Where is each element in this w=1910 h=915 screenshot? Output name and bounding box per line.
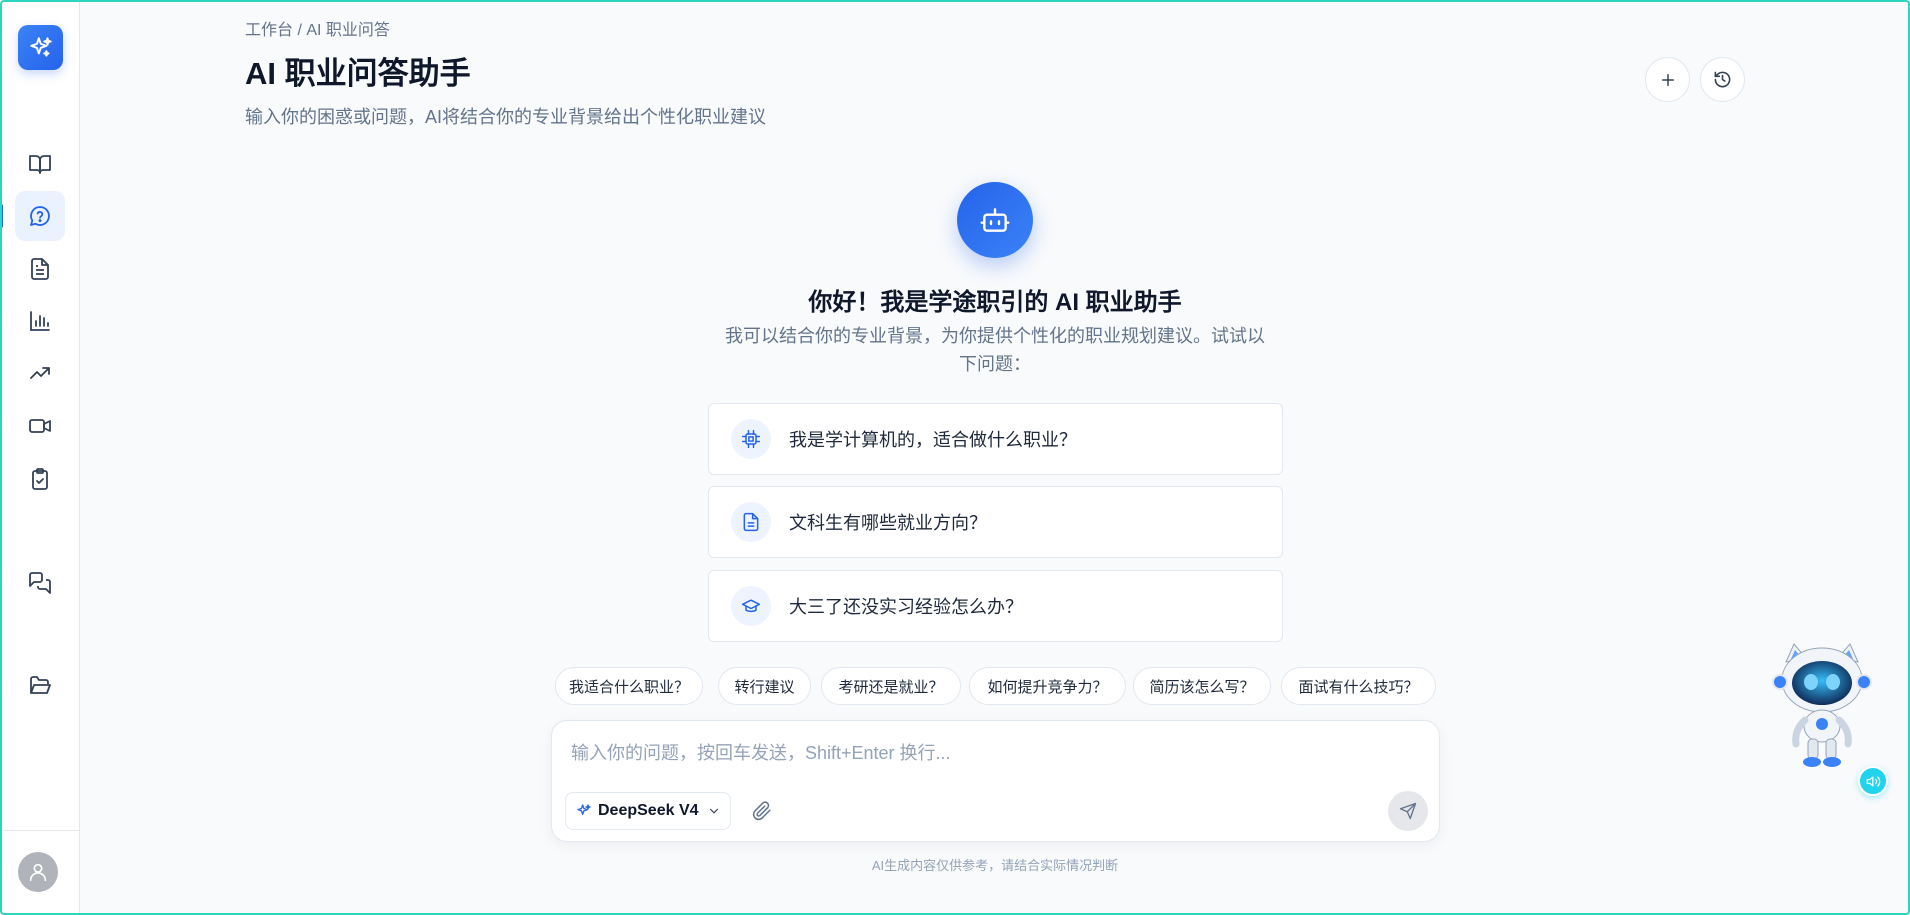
sidebar-item-tasks[interactable] [15, 454, 65, 504]
clipboard-check-icon [32, 468, 48, 490]
sidebar-item-community[interactable] [15, 558, 65, 608]
trending-up-icon [30, 367, 50, 379]
robot-mascot-icon [1772, 643, 1872, 767]
file-text-icon [31, 258, 49, 280]
suggestion-card[interactable]: 文科生有哪些就业方向？ [708, 486, 1283, 558]
model-select-label: DeepSeek V4 [598, 802, 699, 819]
chip-4[interactable]: 简历该怎么写？ [1133, 667, 1271, 705]
paperclip-icon [752, 801, 771, 821]
suggestion-text: 我是学计算机的，适合做什么职业？ [789, 430, 1077, 450]
messages-icon [29, 572, 51, 594]
help-chat-icon [30, 206, 50, 226]
sidebar-item-resume[interactable] [15, 244, 65, 294]
bot-icon [980, 208, 1010, 232]
volume-icon [1866, 776, 1880, 786]
send-button[interactable] [1388, 791, 1428, 831]
history-button[interactable] [1700, 57, 1745, 102]
avatar[interactable] [18, 852, 58, 892]
book-open-icon [29, 155, 51, 174]
ai-disclaimer: AI生成内容仅供参考，请结合实际情况判断 [871, 858, 1119, 873]
new-chat-button[interactable] [1645, 57, 1690, 102]
suggestion-text: 文科生有哪些就业方向？ [789, 513, 987, 533]
sidebar-divider [0, 830, 80, 831]
chip-2[interactable]: 考研还是就业？ [821, 667, 961, 705]
model-select[interactable]: DeepSeek V4 [565, 792, 731, 830]
graduation-cap-icon [741, 599, 761, 613]
plus-icon [1661, 73, 1674, 86]
document-icon [743, 512, 759, 532]
sidebar-item-trends[interactable] [15, 348, 65, 398]
sparkles-icon [577, 804, 591, 815]
voice-button[interactable] [1858, 766, 1888, 796]
user-icon [29, 863, 47, 882]
history-icon [1714, 71, 1731, 88]
sidebar-item-analytics[interactable] [15, 296, 65, 346]
page-title: AI 职业问答助手 [245, 56, 471, 91]
bar-chart-icon [30, 311, 50, 331]
chevron-down-icon [709, 808, 718, 814]
suggestion-card[interactable]: 我是学计算机的，适合做什么职业？ [708, 403, 1283, 475]
attach-button[interactable] [746, 795, 778, 827]
cpu-icon [741, 429, 761, 449]
sidebar-item-interview[interactable] [15, 401, 65, 451]
message-input[interactable] [569, 737, 1419, 771]
page-subtitle: 输入你的困惑或问题，AI将结合你的专业背景给出个性化职业建议 [245, 107, 767, 127]
sidebar [0, 0, 80, 915]
sidebar-item-ai-qa[interactable] [15, 191, 65, 241]
chip-5[interactable]: 面试有什么技巧？ [1281, 667, 1436, 705]
chip-1[interactable]: 转行建议 [718, 667, 811, 705]
breadcrumb: 工作台 / AI 职业问答 [245, 22, 390, 39]
chip-3[interactable]: 如何提升竞争力？ [969, 667, 1126, 705]
welcome-title: 你好！我是学途职引的 AI 职业助手 [808, 289, 1182, 316]
send-icon [1399, 802, 1417, 820]
suggestion-card[interactable]: 大三了还没实习经验怎么办？ [708, 570, 1283, 642]
chip-0[interactable]: 我适合什么职业？ [555, 667, 703, 705]
chat-input-box: DeepSeek V4 [551, 720, 1440, 842]
active-indicator [0, 204, 3, 228]
welcome-description: 我可以结合你的专业背景，为你提供个性化的职业规划建议。试试以下问题： [725, 326, 1265, 374]
folder-open-icon [30, 676, 51, 694]
app-logo[interactable] [18, 25, 63, 70]
suggestion-text: 大三了还没实习经验怎么办？ [789, 597, 1023, 617]
sparkles-icon [29, 36, 52, 57]
sidebar-item-courses[interactable] [15, 139, 65, 189]
sidebar-item-files[interactable] [15, 661, 65, 711]
robot-mascot[interactable] [1772, 640, 1872, 770]
video-icon [29, 419, 51, 433]
assistant-avatar [957, 182, 1033, 258]
